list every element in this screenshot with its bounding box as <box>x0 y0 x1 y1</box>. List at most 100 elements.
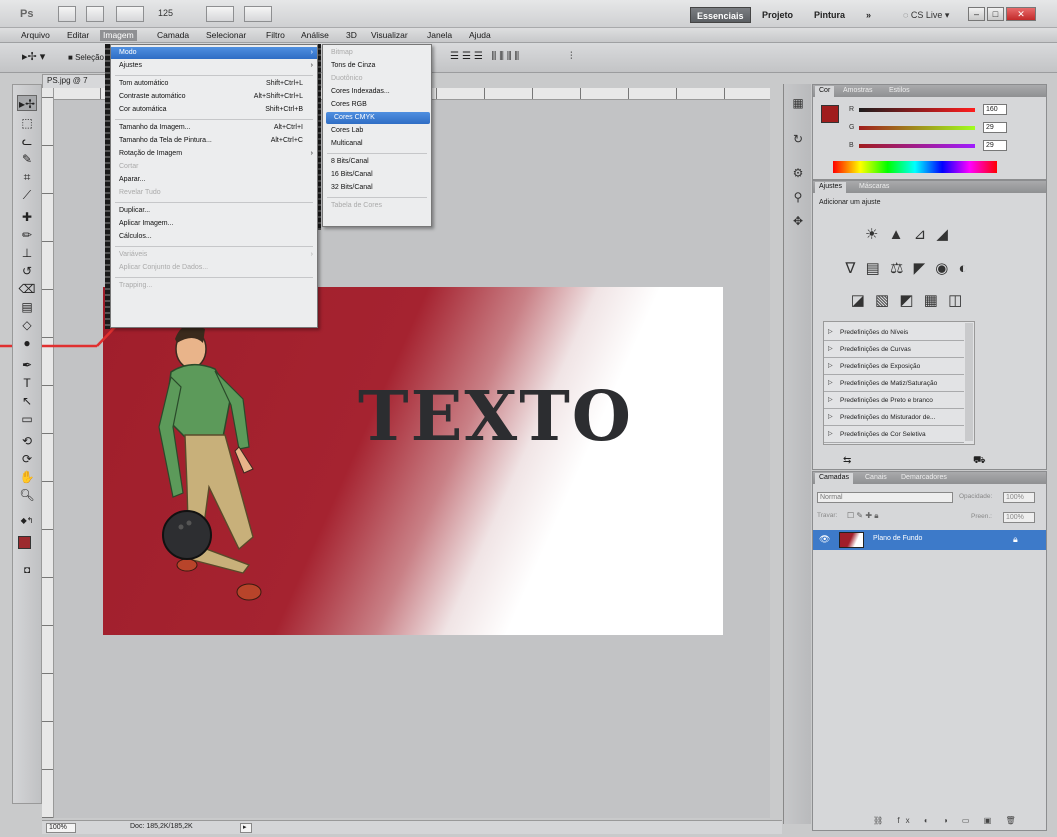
menu-item-rotacao-de-imagem[interactable]: Rotação de Imagem › <box>111 148 317 160</box>
shape-tool-icon[interactable]: ▭ <box>17 411 37 427</box>
mode-item-16-bits-canal[interactable]: 16 Bits/Canal <box>323 169 431 181</box>
clone-stamp-tool-icon[interactable]: ⊥ <box>17 245 37 261</box>
menu-item-contraste-automatico[interactable]: Contraste automático Alt+Shift+Ctrl+L <box>111 91 317 103</box>
adjustment-icons-row-1[interactable]: ☀ ▲ ⊿ ◢ <box>833 225 983 243</box>
preset-matiz-saturacao[interactable]: Predefinições de Matiz/Saturação <box>824 375 964 392</box>
lasso-tool-icon[interactable]: ᓚ <box>17 133 37 149</box>
delete-adjustment-icon[interactable]: ⛟ <box>973 455 986 468</box>
adjustment-icons-row-2[interactable]: ∇ ▤ ⚖ ◤ ◉ ◐ <box>833 259 983 277</box>
eyedropper-tool-icon[interactable]: ⟋ <box>17 187 37 203</box>
mode-item-cores-cmyk[interactable]: Cores CMYK <box>326 112 430 124</box>
tab-cor[interactable]: Cor <box>815 86 835 97</box>
submenu-arrow-icon: › <box>310 49 313 56</box>
menu-item-cortar: Cortar <box>111 161 317 173</box>
channel-r-slider[interactable] <box>859 108 975 112</box>
tab-mascaras[interactable]: Máscaras <box>855 182 893 193</box>
layers-footer-icons[interactable]: ⛓ fx ◐ ◑ ▭ ▣ 🗑︎ <box>873 816 1022 825</box>
return-to-list-icon[interactable]: ⇆ <box>843 455 851 466</box>
layer-row[interactable]: 👁︎ Plano de Fundo 🔒︎ <box>813 530 1046 550</box>
tab-camadas[interactable]: Camadas <box>815 473 853 484</box>
menu-item-ajustes[interactable]: Ajustes › <box>111 60 317 72</box>
history-brush-tool-icon[interactable]: ↺ <box>17 263 37 279</box>
brush-tool-icon[interactable]: ✏ <box>17 227 37 243</box>
tab-amostras[interactable]: Amostras <box>839 86 877 97</box>
preset-niveis[interactable]: Predefinições do Níveis <box>824 324 964 341</box>
blend-mode-select[interactable]: Normal <box>817 492 953 503</box>
menu-item-revelar-tudo: Revelar Tudo <box>111 187 317 199</box>
lock-label: Travar: <box>817 512 838 519</box>
visibility-eye-icon[interactable]: 👁︎ <box>819 534 830 545</box>
opacity-value[interactable]: 100% <box>1003 492 1035 503</box>
color-spectrum-bar[interactable] <box>833 161 997 173</box>
menu-item-aplicar-imagem[interactable]: Aplicar Imagem... <box>111 218 317 230</box>
hand-tool-icon[interactable]: ✋ <box>17 469 37 485</box>
channel-r-value[interactable]: 160 <box>983 104 1007 115</box>
blur-tool-icon[interactable]: ◇ <box>17 317 37 333</box>
path-selection-tool-icon[interactable]: ↖ <box>17 393 37 409</box>
quick-select-tool-icon[interactable]: ✎ <box>17 151 37 167</box>
menu-item-tom-automatico[interactable]: Tom automático Shift+Ctrl+L <box>111 78 317 90</box>
crop-tool-icon[interactable]: ⌗ <box>17 169 37 185</box>
menu-separator <box>327 153 427 154</box>
healing-brush-tool-icon[interactable]: ✚ <box>17 209 37 225</box>
mode-item-cores-rgb[interactable]: Cores RGB <box>323 99 431 111</box>
mode-item-tons-de-cinza[interactable]: Tons de Cinza <box>323 60 431 72</box>
menu-item-duplicar[interactable]: Duplicar... <box>111 205 317 217</box>
brush-presets-icon[interactable]: ⚲ <box>789 188 807 206</box>
tab-estilos[interactable]: Estilos <box>885 86 914 97</box>
adjustment-icons-row-3[interactable]: ◪ ▧ ◩ ▦ ◫ <box>833 291 983 309</box>
menu-separator <box>115 202 313 203</box>
channel-g-value[interactable]: 29 <box>983 122 1007 133</box>
preset-exposicao[interactable]: Predefinições de Exposição <box>824 358 964 375</box>
move-tool-icon[interactable]: ▸✢ <box>17 95 37 111</box>
preset-curvas[interactable]: Predefinições de Curvas <box>824 341 964 358</box>
clone-source-icon[interactable]: ✥ <box>789 212 807 230</box>
marquee-tool-icon[interactable]: ⬚ <box>17 115 37 131</box>
mode-item-multicanal[interactable]: Multicanal <box>323 138 431 150</box>
channel-b-slider[interactable] <box>859 144 975 148</box>
menu-item-calculos[interactable]: Cálculos... <box>111 231 317 243</box>
actions-icon[interactable]: ⚙ <box>789 164 807 182</box>
3d-rotate-tool-icon[interactable]: ⟲ <box>17 433 37 449</box>
tab-ajustes[interactable]: Ajustes <box>815 182 846 193</box>
type-tool-icon[interactable]: T <box>17 375 37 391</box>
eraser-tool-icon[interactable]: ⌫ <box>17 281 37 297</box>
preset-misturador[interactable]: Predefinições do Misturador de... <box>824 409 964 426</box>
presets-scrollbar[interactable] <box>965 323 973 441</box>
pen-tool-icon[interactable]: ✒ <box>17 357 37 373</box>
menu-item-modo[interactable]: Modo › <box>111 47 317 59</box>
menu-item-label: Tamanho da Tela de Pintura... <box>119 137 212 144</box>
status-arrow-icon[interactable]: ▸ <box>240 823 252 833</box>
presets-list: Predefinições do Níveis Predefinições de… <box>823 321 975 445</box>
gradient-tool-icon[interactable]: ▤ <box>17 299 37 315</box>
menu-item-tamanho-da-tela-de-pintura[interactable]: Tamanho da Tela de Pintura... Alt+Ctrl+C <box>111 135 317 147</box>
3d-camera-tool-icon[interactable]: ⟳ <box>17 451 37 467</box>
menu-item-aparar[interactable]: Aparar... <box>111 174 317 186</box>
menu-separator <box>115 75 313 76</box>
history-icon[interactable]: ↻ <box>789 130 807 148</box>
mode-item-cores-indexadas[interactable]: Cores Indexadas... <box>323 86 431 98</box>
dodge-tool-icon[interactable]: ● <box>17 335 37 351</box>
mode-item-8-bits-canal[interactable]: 8 Bits/Canal <box>323 156 431 168</box>
fill-value[interactable]: 100% <box>1003 512 1035 523</box>
mode-item-cores-lab[interactable]: Cores Lab <box>323 125 431 137</box>
tab-canais[interactable]: Canais <box>861 473 891 484</box>
status-zoom[interactable]: 100% <box>46 823 76 833</box>
mode-item-32-bits-canal[interactable]: 32 Bits/Canal <box>323 182 431 194</box>
foreground-color-swatch[interactable] <box>18 536 31 549</box>
layer-name[interactable]: Plano de Fundo <box>873 535 922 542</box>
preset-cor-seletiva[interactable]: Predefinições de Cor Seletiva <box>824 426 964 443</box>
swap-colors-icon[interactable]: ◆↰ <box>17 513 37 529</box>
quick-mask-icon[interactable]: ◘ <box>17 563 37 579</box>
color-fg-swatch[interactable] <box>821 105 839 123</box>
histogram-icon[interactable]: ▦ <box>789 94 807 112</box>
menu-item-cor-automatica[interactable]: Cor automática Shift+Ctrl+B <box>111 104 317 116</box>
channel-b-value[interactable]: 29 <box>983 140 1007 151</box>
menu-item-tamanho-da-imagem[interactable]: Tamanho da Imagem... Alt+Ctrl+I <box>111 122 317 134</box>
preset-preto-e-branco[interactable]: Predefinições de Preto e branco <box>824 392 964 409</box>
lock-icons[interactable]: ☐ ✎ ✚ 🔒︎ <box>847 511 879 521</box>
zoom-tool-icon[interactable]: 🔍︎ <box>17 487 37 503</box>
menu-separator <box>115 246 313 247</box>
tab-demarcadores[interactable]: Demarcadores <box>897 473 951 484</box>
channel-g-slider[interactable] <box>859 126 975 130</box>
